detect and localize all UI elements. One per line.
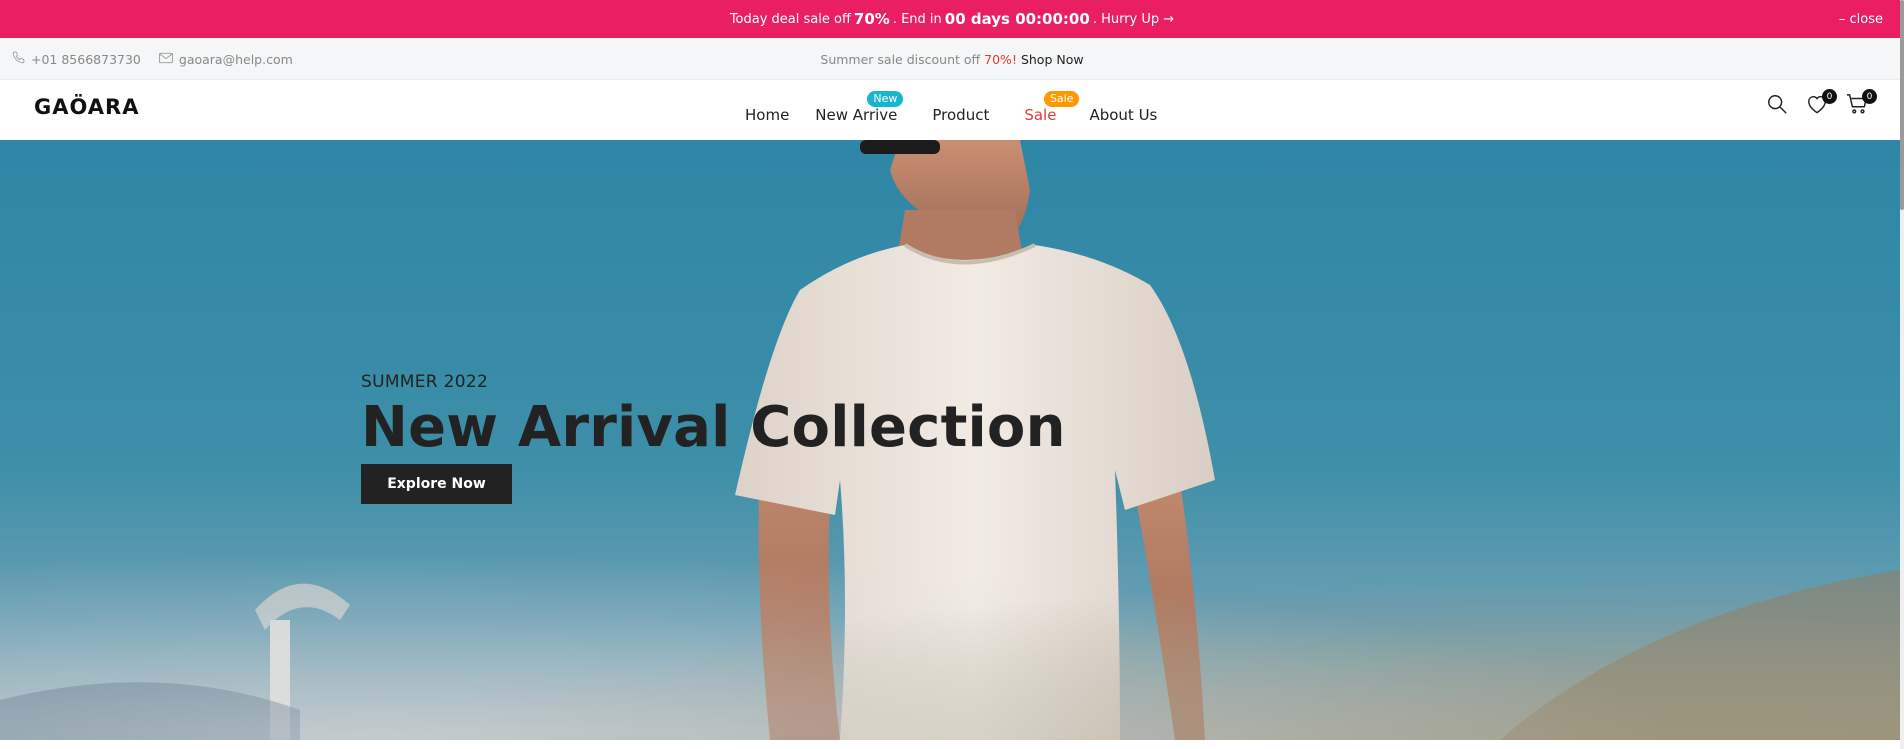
hero-kicker: SUMMER 2022 [361, 372, 489, 392]
cart-count: 0 [1862, 89, 1877, 104]
summer-sale-notice: Summer sale discount off 70%! Shop Now [0, 38, 1904, 80]
cart-button[interactable]: 0 [1844, 89, 1877, 119]
nav-item-product[interactable]: Product [932, 96, 989, 124]
nav-item-home[interactable]: Home [745, 96, 789, 124]
nav-item-new-arrive[interactable]: New Arrive New [815, 91, 904, 124]
nav-item-sale[interactable]: Sale Sale [1024, 91, 1080, 124]
scrollbar-thumb[interactable] [1900, 0, 1904, 210]
wishlist-count: 0 [1822, 89, 1837, 104]
hero-content: SUMMER 2022 New Arrival Collection Explo… [361, 372, 1066, 504]
hero-bg-haze [0, 520, 1900, 740]
page: Today deal sale off 70% . End in 00 days… [0, 0, 1904, 749]
promo-mid: . End in [892, 11, 942, 27]
nav-label: Product [932, 106, 990, 124]
hero-banner: SUMMER 2022 New Arrival Collection Explo… [0, 140, 1900, 740]
new-badge: New [867, 91, 904, 107]
promo-prefix: Today deal sale off [729, 11, 851, 27]
main-header: GAÖARA Home New Arrive New Product Sale … [0, 80, 1904, 140]
hero-title: New Arrival Collection [361, 395, 1066, 460]
nav-label: Home [745, 106, 790, 124]
promo-countdown: 00 days 00:00:00 [944, 10, 1090, 28]
info-bar: +01 8566873730 gaoara@help.com Summer sa… [0, 38, 1904, 80]
wishlist-button[interactable]: 0 [1804, 89, 1837, 119]
promo-bar: Today deal sale off 70% . End in 00 days… [0, 0, 1904, 38]
nav-label: About Us [1089, 106, 1158, 124]
sale-notice-pct: 70% [984, 51, 1012, 67]
nav-item-about-us[interactable]: About Us [1089, 96, 1157, 124]
page-below-fold [0, 740, 1904, 749]
page-scrollbar[interactable] [1900, 0, 1904, 749]
sale-notice-excl: ! [1011, 51, 1017, 67]
explore-now-button[interactable]: Explore Now [361, 464, 512, 504]
site-logo[interactable]: GAÖARA [34, 95, 139, 119]
sale-notice-text: Summer sale discount off [820, 51, 981, 67]
search-icon [1766, 93, 1788, 119]
promo-discount: 70% [853, 10, 890, 28]
header-actions: 0 0 [1764, 89, 1877, 119]
main-nav: Home New Arrive New Product Sale Sale Ab… [745, 80, 1157, 140]
search-button[interactable] [1764, 93, 1790, 119]
shop-now-link[interactable]: Shop Now [1021, 52, 1084, 67]
nav-label: New Arrive [815, 106, 898, 124]
promo-close-button[interactable]: – close [1839, 0, 1883, 38]
sale-badge: Sale [1043, 91, 1080, 107]
promo-hurry-link[interactable]: . Hurry Up → [1093, 12, 1174, 27]
nav-label: Sale [1024, 106, 1057, 124]
